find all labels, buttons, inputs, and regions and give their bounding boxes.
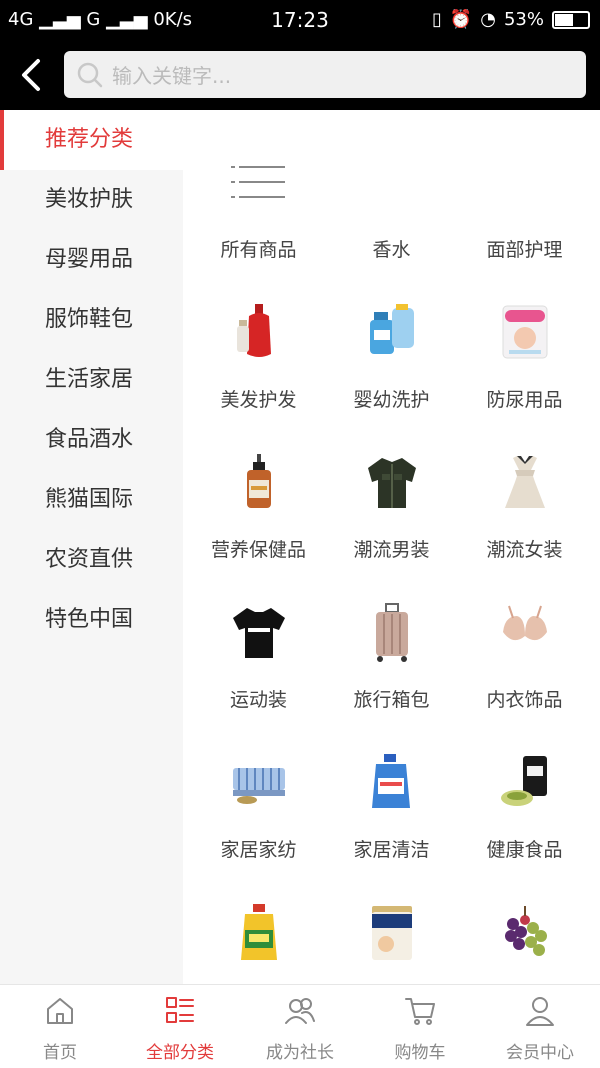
face-care-icon <box>492 149 558 215</box>
perfume-icon <box>359 149 425 215</box>
category-item[interactable]: 生鲜蔬果 <box>458 887 591 984</box>
category-item[interactable]: 潮流女装 <box>458 437 591 587</box>
category-label: 潮流男装 <box>353 539 430 561</box>
diaper-pack-icon <box>492 299 558 365</box>
top-bar <box>0 40 600 110</box>
tab-label: 全部分类 <box>146 1043 214 1063</box>
category-item[interactable]: 面部护理 <box>458 137 591 287</box>
sport-tshirt-icon <box>226 599 292 665</box>
category-sidebar: 推荐分类 美妆护肤 母婴用品 服饰鞋包 生活家居 食品酒水 熊猫国际 农资直供 特色中国 <box>0 110 183 984</box>
men-shirt-icon <box>359 449 425 515</box>
tab-item[interactable]: 购物车 <box>360 985 480 1068</box>
sidebar-item[interactable]: 服饰鞋包 <box>0 290 183 350</box>
category-label: 家居清洁 <box>353 839 430 861</box>
tab-item[interactable]: 会员中心 <box>480 985 600 1068</box>
sidebar-item[interactable]: 美妆护肤 <box>0 170 183 230</box>
tab-item[interactable]: 全部分类 <box>120 985 240 1068</box>
category-label: 内衣饰品 <box>486 689 563 711</box>
tab-item[interactable]: 首页 <box>0 985 120 1068</box>
bottom-tab-bar: 首页 全部分类 成为社长 购物车 会员中心 <box>0 984 600 1068</box>
shampoo-bottle-icon <box>226 299 292 365</box>
sidebar-item[interactable]: 推荐分类 <box>0 110 183 170</box>
women-dress-icon <box>492 449 558 515</box>
status-bar: 4G ▁▃▅ G ▁▃▅ 0K/s 17:23 ▯ ⏰ ◔ 53% <box>0 0 600 40</box>
category-label: 美发护发 <box>220 389 297 411</box>
category-item[interactable]: 防尿用品 <box>458 287 591 437</box>
tab-label: 成为社长 <box>266 1043 334 1063</box>
category-item[interactable]: 家居清洁 <box>325 737 458 887</box>
category-item[interactable]: 婴幼洗护 <box>325 287 458 437</box>
search-box[interactable] <box>64 51 586 100</box>
category-item[interactable]: 美发护发 <box>192 287 325 437</box>
category-grid: 所有商品 香水 面部护理美发护发 婴幼洗护 防尿用品营养保健品 潮流男装 潮流女装运动装 旅行… <box>183 110 600 984</box>
sidebar-item[interactable]: 农资直供 <box>0 530 183 590</box>
oil-bottle-icon <box>226 899 292 965</box>
battery-fill <box>555 13 574 26</box>
category-item[interactable]: 旅行箱包 <box>325 587 458 737</box>
sidebar-item[interactable]: 母婴用品 <box>0 230 183 290</box>
tab-label: 首页 <box>43 1043 77 1063</box>
suitcase-icon <box>359 599 425 665</box>
sidebar-item[interactable]: 生活家居 <box>0 350 183 410</box>
sidebar-item[interactable]: 食品酒水 <box>0 410 183 470</box>
category-item[interactable]: 内衣饰品 <box>458 587 591 737</box>
category-icon <box>164 985 196 1032</box>
dropper-bottle-icon <box>226 449 292 515</box>
category-item[interactable]: 健康食品 <box>458 737 591 887</box>
category-item[interactable]: 家居家纺 <box>192 737 325 887</box>
chevron-left-icon <box>22 59 40 91</box>
category-grid-panel: 所有商品 香水 面部护理美发护发 婴幼洗护 防尿用品营养保健品 潮流男装 潮流女装运动装 旅行… <box>183 110 600 984</box>
back-button[interactable] <box>18 55 46 95</box>
search-input[interactable] <box>110 51 574 100</box>
category-item[interactable]: 奶粉 <box>325 887 458 984</box>
search-icon <box>77 62 103 88</box>
category-label: 婴幼洗护 <box>353 389 430 411</box>
wifi-icon: ◔ <box>480 9 496 30</box>
category-label: 香水 <box>372 239 411 261</box>
home-icon <box>44 985 76 1032</box>
grapes-icon <box>492 899 558 965</box>
category-item[interactable]: 粮油米面 <box>192 887 325 984</box>
status-icons: ▯ ⏰ ◔ 53% <box>432 9 590 30</box>
baby-wash-icon <box>359 299 425 365</box>
battery-icon <box>552 10 590 29</box>
vibrate-icon: ▯ <box>431 9 442 30</box>
category-item[interactable]: 所有商品 <box>192 137 325 287</box>
category-label: 面部护理 <box>486 239 563 261</box>
category-label: 潮流女装 <box>486 539 563 561</box>
list-icon <box>226 149 292 215</box>
tab-item[interactable]: 成为社长 <box>240 985 360 1068</box>
alarm-icon: ⏰ <box>449 9 473 30</box>
milk-powder-icon <box>359 899 425 965</box>
category-label: 家居家纺 <box>220 839 297 861</box>
category-label: 运动装 <box>229 689 287 711</box>
people-icon <box>284 985 316 1032</box>
tab-label: 购物车 <box>394 1043 446 1063</box>
category-item[interactable]: 香水 <box>325 137 458 287</box>
category-item[interactable]: 运动装 <box>192 587 325 737</box>
bedding-icon <box>226 749 292 815</box>
battery-percent: 53% <box>503 9 544 30</box>
category-label: 防尿用品 <box>486 389 563 411</box>
bra-icon <box>492 599 558 665</box>
user-icon <box>524 985 556 1032</box>
detergent-icon <box>359 749 425 815</box>
sidebar-item[interactable]: 特色中国 <box>0 590 183 650</box>
category-label: 所有商品 <box>220 239 297 261</box>
category-item[interactable]: 潮流男装 <box>325 437 458 587</box>
category-label: 营养保健品 <box>210 539 306 561</box>
tea-jar-icon <box>492 749 558 815</box>
tab-label: 会员中心 <box>506 1043 574 1063</box>
category-label: 旅行箱包 <box>353 689 430 711</box>
category-label: 健康食品 <box>486 839 563 861</box>
sidebar-item[interactable]: 熊猫国际 <box>0 470 183 530</box>
category-item[interactable]: 营养保健品 <box>192 437 325 587</box>
cart-icon <box>404 985 436 1032</box>
